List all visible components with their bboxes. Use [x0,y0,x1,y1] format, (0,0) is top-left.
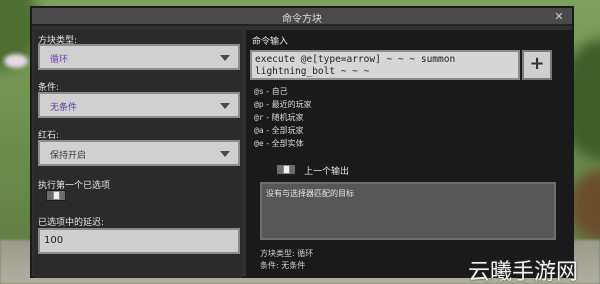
chevron-down-icon [220,55,230,61]
previous-output-toggle[interactable] [276,164,296,175]
delay-label: 已选项中的延迟: [38,218,105,228]
footer-condition: 条件: 无条件 [260,261,306,270]
command-panel: 命令输入 execute @e[type=arrow] ~ ~ ~ summon… [246,30,572,278]
flower [4,54,28,68]
block-type-value: 循环 [50,55,69,65]
title-bar: 命令方块 ✕ [32,8,572,26]
condition-value: 无条件 [50,103,78,113]
add-button[interactable]: + [522,50,552,80]
selector-help-item: @a - 全部玩家 [254,126,304,135]
toggle-knob [53,191,60,200]
execute-first-toggle[interactable] [46,190,66,201]
selector-help-item: @s - 自己 [254,87,288,96]
chevron-down-icon [220,103,230,109]
command-block-dialog: 命令方块 ✕ 方块类型: 循环 条件: 无条件 红石: 保持开启 执行第一个已选… [30,6,574,278]
command-line-2: lightning_bolt ~ ~ ~ [255,66,370,77]
block-type-dropdown[interactable]: 循环 [38,44,240,70]
command-input-label: 命令输入 [252,37,289,47]
footer-block-type: 方块类型: 循环 [260,249,314,258]
selector-help-item: @p - 最近的玩家 [254,100,312,109]
selector-help-item: @r - 随机玩家 [254,113,304,122]
redstone-dropdown[interactable]: 保持开启 [38,140,240,166]
selector-help-item: @e - 全部实体 [254,139,304,148]
chevron-down-icon [220,151,230,157]
close-icon[interactable]: ✕ [552,10,566,24]
watermark: 云曦手游网 [468,260,579,284]
dialog-title: 命令方块 [282,14,322,25]
command-input[interactable]: execute @e[type=arrow] ~ ~ ~ summon ligh… [250,50,520,80]
previous-output-label: 上一个输出 [304,167,350,177]
redstone-value: 保持开启 [50,151,87,161]
command-line-1: execute @e[type=arrow] ~ ~ ~ summon [255,54,456,65]
output-text: 没有与选择器匹配的目标 [266,189,354,198]
toggle-knob [283,165,290,174]
settings-panel: 方块类型: 循环 条件: 无条件 红石: 保持开启 执行第一个已选项 已选项中的… [34,30,242,278]
delay-input[interactable]: 100 [38,228,240,254]
condition-dropdown[interactable]: 无条件 [38,92,240,118]
previous-output-box: 没有与选择器匹配的目标 [260,182,556,240]
